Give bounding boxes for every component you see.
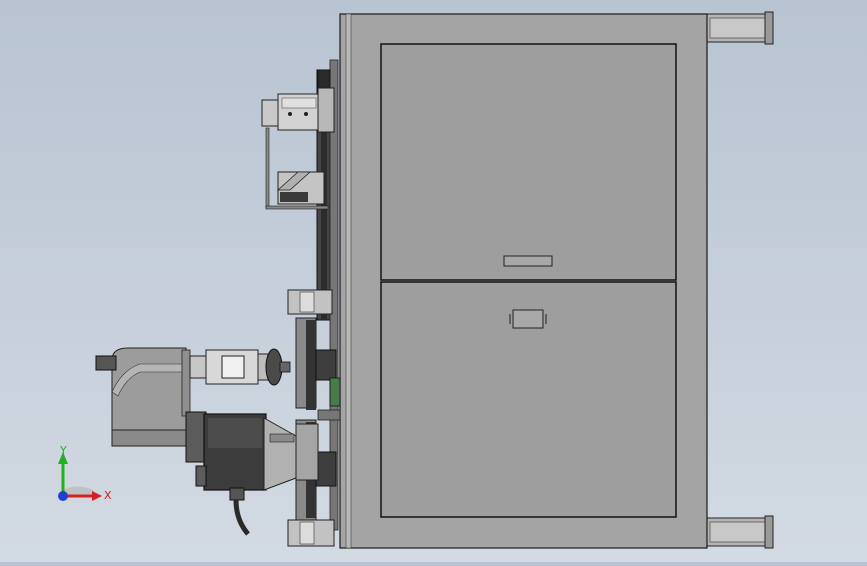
y-axis-label: Y xyxy=(59,444,67,457)
coordinate-triad: Y X xyxy=(58,444,112,502)
model-canvas[interactable]: Y X xyxy=(0,0,867,562)
support-rail-top xyxy=(704,11,774,45)
lower-door-panel xyxy=(380,281,677,518)
lower-door-latch xyxy=(512,309,544,329)
x-axis-label: X xyxy=(104,489,112,502)
rail-bracket xyxy=(287,289,333,315)
spindle-coupling xyxy=(189,348,291,386)
support-rail-bottom xyxy=(704,515,774,549)
z-axis-dot xyxy=(58,491,68,501)
bottom-bracket xyxy=(287,519,335,547)
upper-door-panel xyxy=(380,43,677,281)
cad-viewport[interactable]: Y X xyxy=(0,0,867,562)
mid-gripper-block xyxy=(276,171,325,205)
upper-door-handle xyxy=(503,255,553,267)
spindle-motor-housing xyxy=(95,347,191,447)
